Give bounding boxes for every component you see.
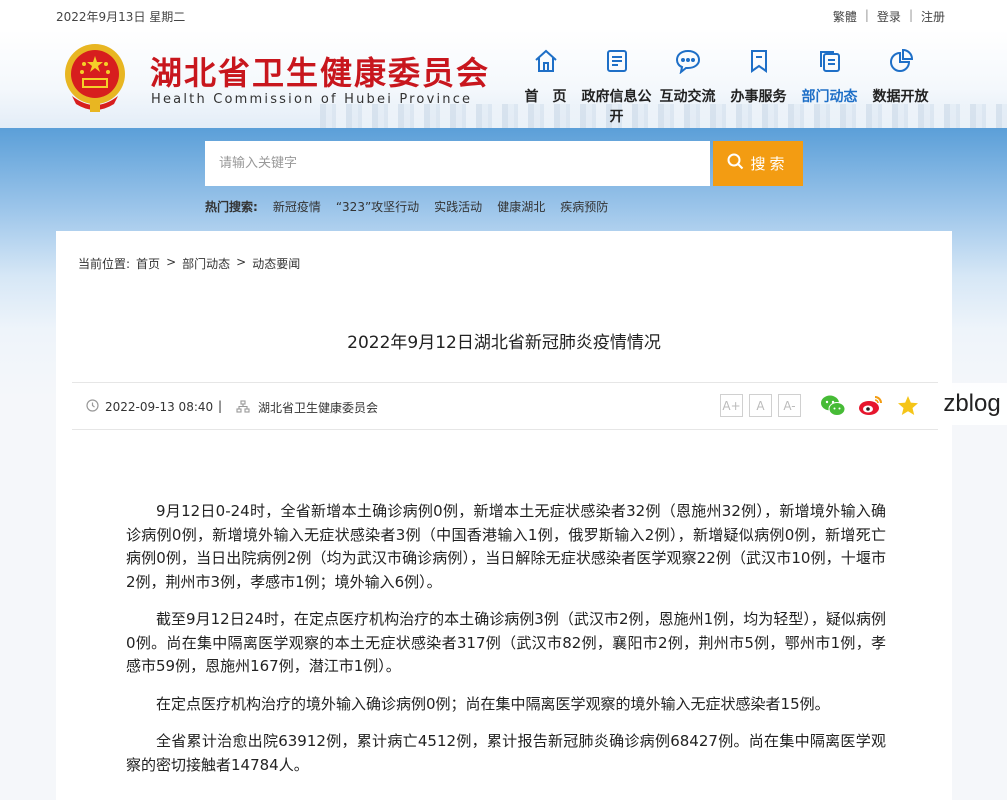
- hot-search-label: 热门搜索:: [205, 200, 258, 214]
- current-date: 2022年9月13日 星期二: [56, 10, 186, 24]
- font-size-controls: A+ A A-: [720, 394, 801, 417]
- divider: |: [908, 8, 913, 22]
- nav-label: 办事服务: [730, 89, 787, 105]
- divider: |: [864, 8, 869, 22]
- font-default-button[interactable]: A: [749, 394, 772, 417]
- nav-home[interactable]: 首 页: [510, 48, 581, 126]
- breadcrumb-home[interactable]: 首页: [136, 255, 160, 272]
- font-smaller-button[interactable]: A-: [778, 394, 801, 417]
- article-source: 湖北省卫生健康委员会: [236, 399, 378, 416]
- org-icon: [236, 399, 250, 416]
- nav-department-news[interactable]: 部门动态: [794, 48, 865, 126]
- hot-search-term[interactable]: 疾病预防: [560, 198, 608, 215]
- login-link[interactable]: 登录: [877, 8, 901, 25]
- nav-label: 首 页: [524, 89, 567, 105]
- search-button-label: 搜索: [750, 155, 789, 173]
- article-body: 9月12日0-24时，全省新增本土确诊病例0例，新增本土无症状感染者32例（恩施…: [126, 500, 886, 791]
- divider: |: [218, 399, 223, 413]
- hot-search-term[interactable]: 实践活动: [434, 198, 482, 215]
- breadcrumb-department-news[interactable]: 部门动态: [182, 255, 230, 272]
- article-meta-bar: 2022-09-13 08:40 | 湖北省卫生健康委员会 A+ A A-: [72, 382, 938, 430]
- nav-label: 政府信息公开: [581, 89, 652, 125]
- nav-label: 数据开放: [872, 89, 929, 105]
- share-buttons: [820, 394, 920, 418]
- search-icon: [727, 153, 744, 174]
- pie-chart-icon: [865, 48, 936, 78]
- document-icon: [581, 48, 652, 78]
- top-links: 繁體 | 登录 | 注册: [833, 8, 945, 25]
- breadcrumb-prefix: 当前位置:: [78, 257, 131, 271]
- watermark: zblog: [936, 383, 1007, 425]
- chat-icon: [652, 48, 723, 78]
- nav-government-info[interactable]: 政府信息公开: [581, 48, 652, 126]
- search-button[interactable]: 搜索: [713, 141, 803, 186]
- site-subtitle: Health Commission of Hubei Province: [151, 92, 473, 107]
- site-header: 湖北省卫生健康委员会 Health Commission of Hubei Pr…: [0, 30, 1007, 128]
- nav-label: 部门动态: [801, 89, 858, 105]
- register-link[interactable]: 注册: [921, 8, 945, 25]
- publish-time: 2022-09-13 08:40: [86, 399, 213, 415]
- article-paragraph: 在定点医疗机构治疗的境外输入确诊病例0例；尚在集中隔离医学观察的境外输入无症状感…: [156, 694, 830, 713]
- breadcrumb: 当前位置: 首页 > 部门动态 > 动态要闻: [78, 255, 300, 272]
- font-larger-button[interactable]: A+: [720, 394, 743, 417]
- nav-label: 互动交流: [659, 89, 716, 105]
- publish-datetime: 2022-09-13 08:40: [105, 400, 214, 414]
- clock-icon: [86, 399, 99, 415]
- source-name: 湖北省卫生健康委员会: [258, 401, 379, 415]
- bookmark-icon: [723, 48, 794, 78]
- traditional-chinese-link[interactable]: 繁體: [833, 8, 857, 25]
- breadcrumb-separator: >: [236, 255, 247, 269]
- national-emblem-logo[interactable]: [62, 42, 128, 114]
- copy-icon: [794, 48, 865, 78]
- nav-open-data[interactable]: 数据开放: [865, 48, 936, 126]
- site-title: 湖北省卫生健康委员会: [150, 54, 491, 92]
- hot-search-term[interactable]: 新冠疫情: [273, 198, 321, 215]
- main-nav: 首 页 政府信息公开 互动交流 办事服务 部门动态 数据开放: [510, 48, 936, 126]
- top-utility-bar: 2022年9月13日 星期二 繁體 | 登录 | 注册: [0, 0, 1007, 30]
- article-paragraph: 9月12日0-24时，全省新增本土确诊病例0例，新增本土无症状感染者32例（恩施…: [126, 502, 886, 591]
- hot-search-term[interactable]: 健康湖北: [497, 198, 545, 215]
- nav-services[interactable]: 办事服务: [723, 48, 794, 126]
- weibo-icon[interactable]: [858, 394, 884, 418]
- breadcrumb-news[interactable]: 动态要闻: [252, 255, 300, 272]
- article-paragraph: 全省累计治愈出院63912例，累计病亡4512例，累计报告新冠肺炎确诊病例684…: [126, 732, 886, 774]
- article-paragraph: 截至9月12日24时，在定点医疗机构治疗的本土确诊病例3例（武汉市2例，恩施州1…: [126, 610, 886, 675]
- hot-searches: 热门搜索: 新冠疫情 “323”攻坚行动 实践活动 健康湖北 疾病预防: [205, 198, 608, 215]
- nav-interaction[interactable]: 互动交流: [652, 48, 723, 126]
- search-input[interactable]: [205, 141, 710, 186]
- breadcrumb-separator: >: [166, 255, 177, 269]
- wechat-icon[interactable]: [820, 394, 846, 418]
- home-icon: [510, 48, 581, 78]
- article-title: 2022年9月12日湖北省新冠肺炎疫情情况: [347, 333, 661, 353]
- hot-search-term[interactable]: “323”攻坚行动: [336, 198, 419, 215]
- favorite-star-icon[interactable]: [896, 394, 920, 418]
